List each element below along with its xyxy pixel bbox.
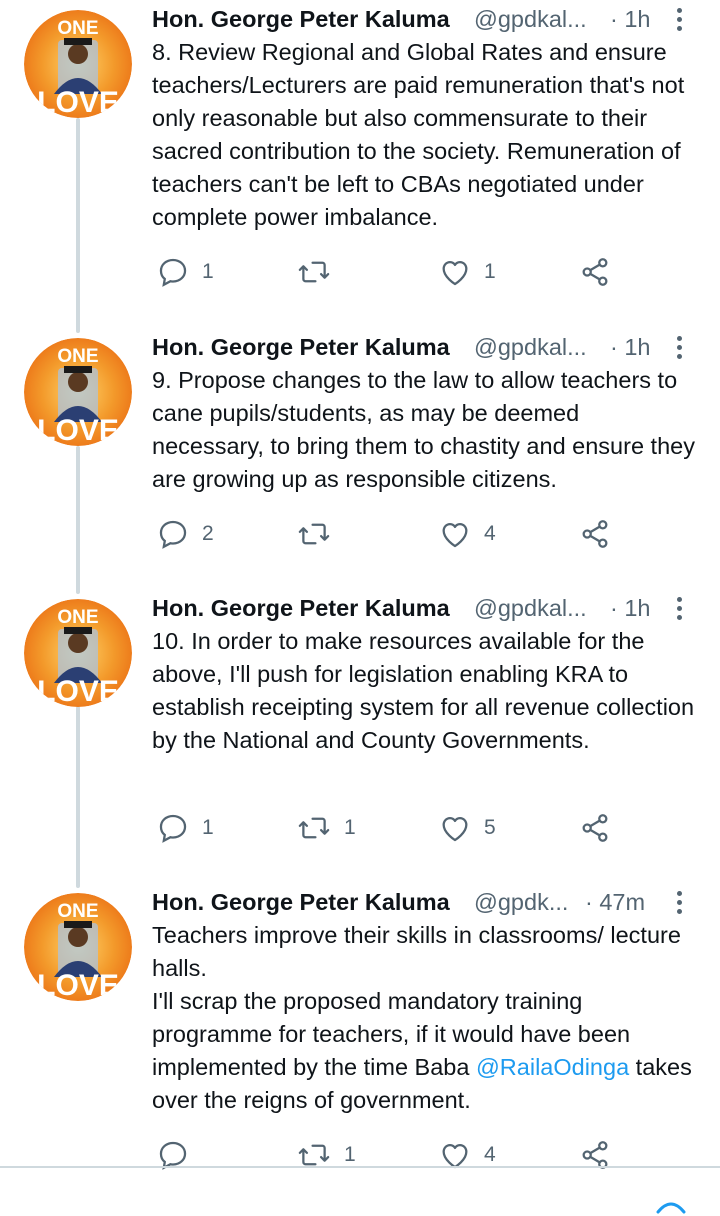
like-button[interactable]: 4 (438, 1135, 496, 1175)
svg-text:LOVE: LOVE (37, 86, 119, 118)
avatar-image: ONE LOVE (24, 338, 132, 446)
author-handle[interactable]: @gpdkal... (474, 2, 594, 36)
mention-link[interactable]: @RailaOdinga (476, 1054, 629, 1080)
avatar[interactable]: ONE LOVE (24, 10, 132, 118)
compose-icon[interactable] (654, 1196, 688, 1216)
share-button[interactable] (578, 252, 612, 292)
tweet-header: Hon. George Peter Kaluma @gpdkal... · 1h (152, 591, 697, 625)
author-handle[interactable]: @gpdkal... (474, 330, 594, 364)
tweet-header: Hon. George Peter Kaluma @gpdkal... · 1h (152, 330, 697, 364)
retweet-icon (298, 523, 330, 545)
retweet-button[interactable]: 1 (296, 808, 356, 848)
svg-text:ONE: ONE (57, 607, 98, 628)
svg-text:ONE: ONE (57, 346, 98, 367)
tweet-header: Hon. George Peter Kaluma @gpdk... · 47m (152, 885, 697, 919)
avatar-image: ONE LOVE (24, 10, 132, 118)
retweet-icon (298, 261, 330, 283)
tweet-text: 10. In order to make resources available… (152, 628, 695, 753)
more-options-icon[interactable] (671, 889, 687, 915)
bottom-divider (0, 1166, 720, 1168)
tweet-actions: 1 1 5 (152, 808, 672, 848)
reply-count: 1 (202, 260, 214, 283)
like-button[interactable]: 1 (438, 252, 496, 292)
thread-line (76, 118, 80, 333)
more-options-icon[interactable] (671, 595, 687, 621)
retweet-button[interactable]: 1 (296, 1135, 356, 1175)
reply-icon (159, 520, 187, 549)
svg-text:LOVE: LOVE (37, 414, 119, 446)
share-icon (582, 258, 608, 286)
thread-line (76, 446, 80, 594)
reply-button[interactable]: 2 (156, 514, 214, 554)
svg-text:ONE: ONE (57, 901, 98, 922)
share-button[interactable] (578, 1135, 612, 1175)
retweet-count: 1 (344, 1143, 356, 1166)
more-options-icon[interactable] (671, 6, 687, 32)
tweet-actions: 1 1 (152, 252, 672, 292)
tweet-actions: 1 4 (152, 1135, 672, 1175)
tweet-text: Teachers improve their skills in classro… (152, 922, 692, 1113)
heart-icon (442, 522, 468, 548)
author-name[interactable]: Hon. George Peter Kaluma (152, 595, 450, 621)
tweet-text: 9. Propose changes to the law to allow t… (152, 367, 695, 492)
svg-text:LOVE: LOVE (37, 969, 119, 1001)
avatar[interactable]: ONE LOVE (24, 599, 132, 707)
retweet-count: 1 (344, 816, 356, 839)
more-options-icon[interactable] (671, 334, 687, 360)
like-count: 5 (484, 816, 496, 839)
thread-line (76, 706, 80, 888)
author-name[interactable]: Hon. George Peter Kaluma (152, 889, 450, 915)
share-button[interactable] (578, 808, 612, 848)
share-button[interactable] (578, 514, 612, 554)
like-count: 4 (484, 1143, 496, 1166)
author-handle[interactable]: @gpdk... (474, 885, 574, 919)
reply-icon (159, 814, 187, 843)
tweet-header: Hon. George Peter Kaluma @gpdkal... · 1h (152, 2, 697, 36)
tweet-text: 8. Review Regional and Global Rates and … (152, 39, 685, 230)
reply-button[interactable] (156, 1135, 202, 1175)
like-count: 1 (484, 260, 496, 283)
reply-button[interactable]: 1 (156, 808, 214, 848)
heart-icon (442, 260, 468, 286)
tweet-time[interactable]: · 1h (610, 2, 651, 36)
svg-text:LOVE: LOVE (37, 675, 119, 707)
reply-count: 2 (202, 522, 214, 545)
tweet-actions: 2 4 (152, 514, 672, 554)
heart-icon (442, 816, 468, 842)
author-name[interactable]: Hon. George Peter Kaluma (152, 6, 450, 32)
reply-button[interactable]: 1 (156, 252, 214, 292)
tweet-time[interactable]: · 1h (610, 330, 651, 364)
retweet-button[interactable] (296, 252, 344, 292)
avatar-image: ONE LOVE (24, 599, 132, 707)
like-button[interactable]: 5 (438, 808, 496, 848)
avatar-image: ONE LOVE (24, 893, 132, 1001)
svg-text:ONE: ONE (57, 18, 98, 39)
like-button[interactable]: 4 (438, 514, 496, 554)
avatar[interactable]: ONE LOVE (24, 338, 132, 446)
tweet-time[interactable]: · 1h (610, 591, 651, 625)
retweet-button[interactable] (296, 514, 344, 554)
avatar[interactable]: ONE LOVE (24, 893, 132, 1001)
author-name[interactable]: Hon. George Peter Kaluma (152, 334, 450, 360)
like-count: 4 (484, 522, 496, 545)
reply-count: 1 (202, 816, 214, 839)
author-handle[interactable]: @gpdkal... (474, 591, 594, 625)
tweet-time[interactable]: · 47m (585, 885, 645, 919)
reply-icon (159, 258, 187, 287)
share-icon (582, 814, 608, 842)
retweet-icon (298, 817, 330, 839)
share-icon (582, 520, 608, 548)
